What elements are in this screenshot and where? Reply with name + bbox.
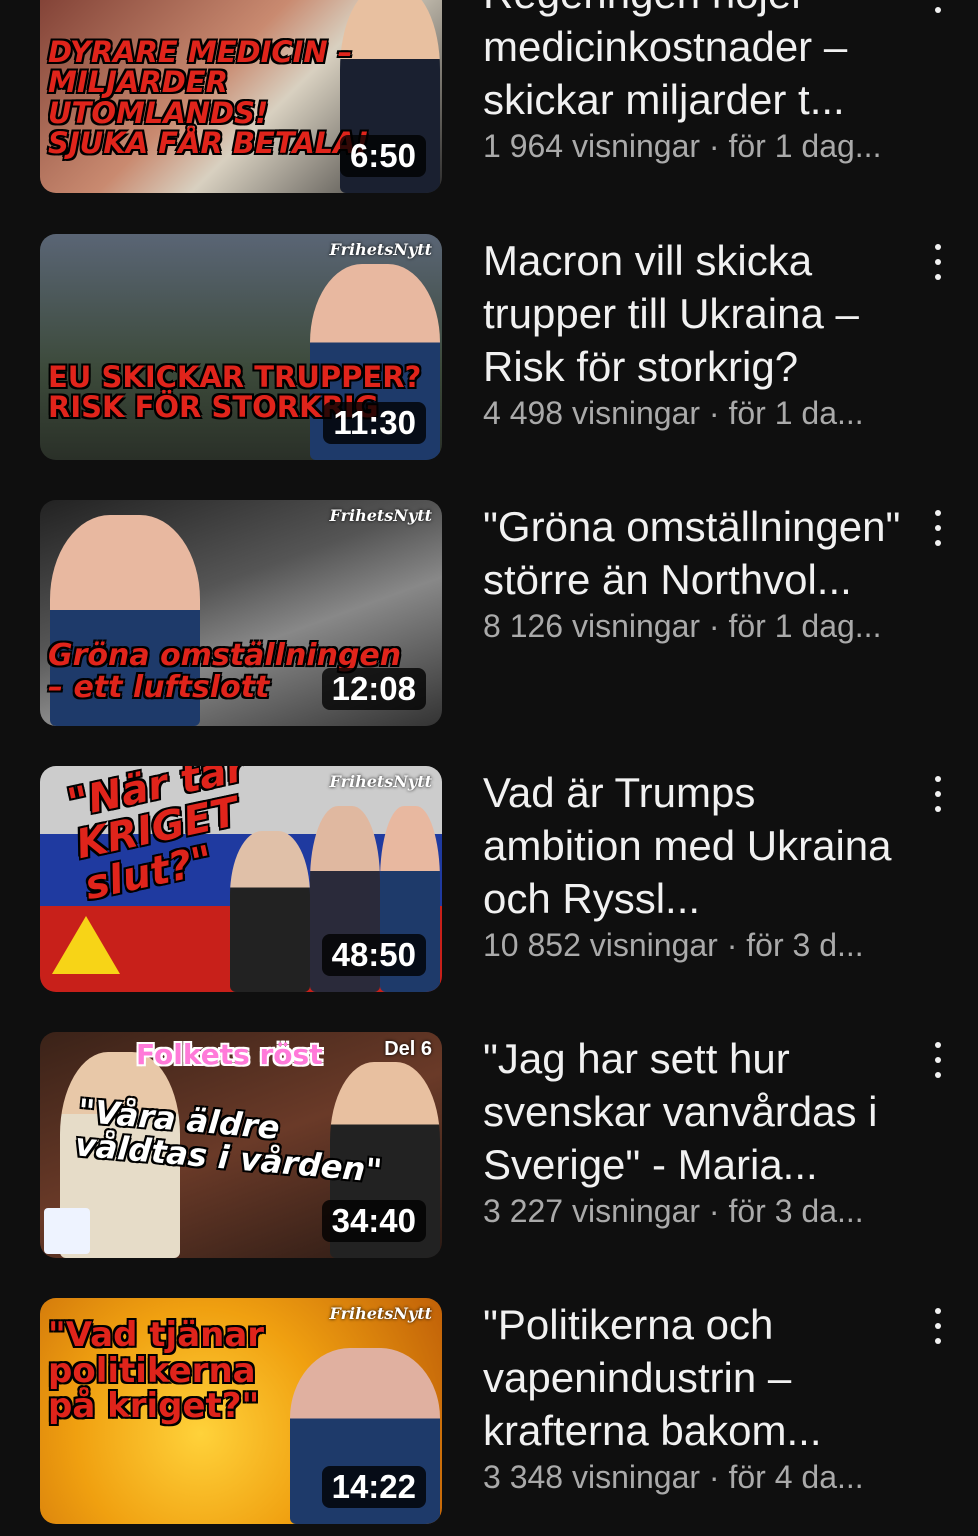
video-meta: Vad är Trumps ambition med Ukraina och R… bbox=[483, 766, 953, 964]
video-title[interactable]: Regeringen höjer medicinkostnader – skic… bbox=[483, 0, 923, 126]
video-stats: 3 227 visningar · för 3 da... bbox=[483, 1193, 948, 1230]
video-thumbnail[interactable]: EU SKICKAR TRUPPER? RISK FÖR STORKRIG Fr… bbox=[40, 234, 442, 460]
upload-age: för 4 da... bbox=[728, 1459, 864, 1495]
view-count: 10 852 visningar bbox=[483, 927, 718, 963]
video-title[interactable]: "Jag har sett hur svenskar vanvårdas i S… bbox=[483, 1032, 923, 1191]
video-meta: Macron vill skicka trupper till Ukraina … bbox=[483, 234, 953, 432]
duration-badge: 34:40 bbox=[321, 1200, 426, 1242]
video-thumbnail[interactable]: "När tar KRIGET slut?" FrihetsNytt 48:50 bbox=[40, 766, 442, 992]
upload-age: för 1 dag... bbox=[728, 608, 882, 644]
view-count: 3 348 visningar bbox=[483, 1459, 701, 1495]
duration-badge: 12:08 bbox=[321, 668, 426, 710]
video-title[interactable]: Vad är Trumps ambition med Ukraina och R… bbox=[483, 766, 923, 925]
video-stats: 1 964 visningar · för 1 dag... bbox=[483, 128, 948, 165]
video-thumbnail[interactable]: Gröna omställningen – ett luftslott Frih… bbox=[40, 500, 442, 726]
video-meta: "Gröna omställningen" större än Northvol… bbox=[483, 500, 953, 645]
duration-badge: 11:30 bbox=[323, 402, 426, 444]
series-label: Folkets röst bbox=[136, 1038, 323, 1071]
view-count: 1 964 visningar bbox=[483, 128, 701, 164]
video-item[interactable]: Folkets röst "Våra äldre våldtas i vårde… bbox=[0, 1032, 978, 1258]
stats-separator: · bbox=[700, 1193, 729, 1229]
video-item[interactable]: EU SKICKAR TRUPPER? RISK FÖR STORKRIG Fr… bbox=[0, 234, 978, 460]
stats-separator: · bbox=[700, 608, 729, 644]
video-stats: 4 498 visningar · för 1 da... bbox=[483, 395, 948, 432]
video-feed: DYRARE MEDICIN – MILJARDER UTOMLANDS! SJ… bbox=[0, 0, 978, 1536]
stats-separator: · bbox=[700, 1459, 729, 1495]
video-item[interactable]: Gröna omställningen – ett luftslott Frih… bbox=[0, 500, 978, 726]
duration-badge: 6:50 bbox=[339, 135, 426, 177]
video-title[interactable]: "Politikerna och vapenindustrin – krafte… bbox=[483, 1298, 923, 1457]
video-item[interactable]: "När tar KRIGET slut?" FrihetsNytt 48:50… bbox=[0, 766, 978, 992]
channel-logo-icon bbox=[44, 1208, 90, 1254]
warning-icon bbox=[52, 916, 120, 974]
video-stats: 10 852 visningar · för 3 d... bbox=[483, 927, 948, 964]
more-options-icon[interactable] bbox=[928, 244, 948, 280]
duration-badge: 14:22 bbox=[321, 1466, 426, 1508]
video-meta: "Jag har sett hur svenskar vanvårdas i S… bbox=[483, 1032, 953, 1230]
view-count: 4 498 visningar bbox=[483, 395, 701, 431]
more-options-icon[interactable] bbox=[928, 510, 948, 546]
video-stats: 8 126 visningar · för 1 dag... bbox=[483, 608, 948, 645]
view-count: 3 227 visningar bbox=[483, 1193, 701, 1229]
stats-separator: · bbox=[717, 927, 747, 963]
more-options-icon[interactable] bbox=[928, 1042, 948, 1078]
video-title[interactable]: "Gröna omställningen" större än Northvol… bbox=[483, 500, 923, 606]
channel-brand: FrihetsNytt bbox=[329, 240, 433, 259]
more-options-icon[interactable] bbox=[928, 0, 948, 13]
more-options-icon[interactable] bbox=[928, 1308, 948, 1344]
stats-separator: · bbox=[700, 128, 729, 164]
episode-label: Del 6 bbox=[384, 1038, 432, 1060]
upload-age: för 1 dag... bbox=[728, 128, 882, 164]
video-thumbnail[interactable]: Folkets röst "Våra äldre våldtas i vårde… bbox=[40, 1032, 442, 1258]
upload-age: för 3 da... bbox=[728, 1193, 864, 1229]
video-thumbnail[interactable]: DYRARE MEDICIN – MILJARDER UTOMLANDS! SJ… bbox=[40, 0, 442, 193]
video-meta: Regeringen höjer medicinkostnader – skic… bbox=[483, 0, 953, 165]
upload-age: för 1 da... bbox=[728, 395, 864, 431]
channel-brand: FrihetsNytt bbox=[329, 772, 433, 791]
video-meta: "Politikerna och vapenindustrin – krafte… bbox=[483, 1298, 953, 1496]
stats-separator: · bbox=[700, 395, 729, 431]
video-title[interactable]: Macron vill skicka trupper till Ukraina … bbox=[483, 234, 923, 393]
channel-brand: FrihetsNytt bbox=[329, 506, 433, 525]
video-stats: 3 348 visningar · för 4 da... bbox=[483, 1459, 948, 1496]
video-item[interactable]: "Vad tjänar politikerna på kriget?" Frih… bbox=[0, 1298, 978, 1524]
more-options-icon[interactable] bbox=[928, 776, 948, 812]
upload-age: för 3 d... bbox=[746, 927, 864, 963]
video-item[interactable]: DYRARE MEDICIN – MILJARDER UTOMLANDS! SJ… bbox=[0, 0, 978, 193]
channel-brand: FrihetsNytt bbox=[329, 1304, 433, 1323]
thumbnail-caption: "Vad tjänar politikerna på kriget?" bbox=[48, 1315, 265, 1427]
view-count: 8 126 visningar bbox=[483, 608, 701, 644]
video-thumbnail[interactable]: "Vad tjänar politikerna på kriget?" Frih… bbox=[40, 1298, 442, 1524]
duration-badge: 48:50 bbox=[321, 934, 426, 976]
